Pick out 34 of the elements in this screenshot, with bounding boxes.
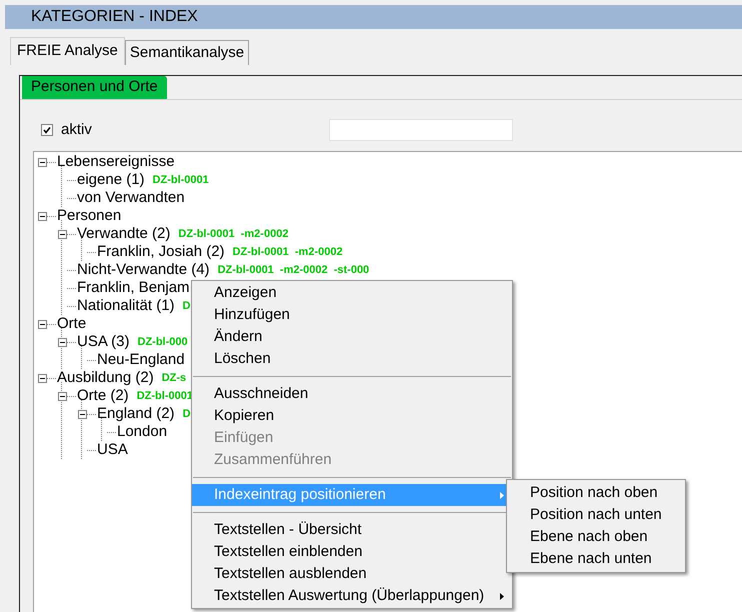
menu-item[interactable]: Ändern <box>192 326 512 348</box>
code-label: DZ-bl-000 <box>138 334 188 350</box>
collapse-icon[interactable] <box>38 320 47 328</box>
menu-item[interactable]: Ebene nach oben <box>507 526 685 548</box>
code-label: DZ-bl-0001 -m2-0002 -st-000 <box>218 262 370 278</box>
window-title: KATEGORIEN - INDEX <box>5 5 742 29</box>
tab[interactable]: Semantikanalyse <box>124 40 250 65</box>
collapse-icon[interactable] <box>78 410 87 418</box>
menu-item[interactable]: Position nach unten <box>507 504 685 526</box>
checkbox-label: aktiv <box>61 120 92 140</box>
code-label: D <box>182 406 191 422</box>
input-field[interactable] <box>329 119 513 141</box>
checkbox[interactable] <box>41 124 53 136</box>
collapse-icon[interactable] <box>58 392 67 400</box>
menu-item[interactable]: Anzeigen <box>192 282 512 304</box>
category-tab[interactable]: Personen und Orte <box>22 76 167 99</box>
tab[interactable]: FREIE Analyse <box>10 37 125 65</box>
collapse-icon[interactable] <box>38 374 47 382</box>
menu-item[interactable]: Ausschneiden <box>192 383 512 405</box>
check-icon <box>43 126 51 134</box>
collapse-icon[interactable] <box>38 212 47 220</box>
collapse-icon[interactable] <box>58 338 67 346</box>
code-label: DZ-bl-0001 <box>136 388 193 404</box>
menu-item[interactable]: Löschen <box>192 348 512 370</box>
collapse-icon[interactable] <box>38 158 47 166</box>
menu-item[interactable]: Kopieren <box>192 405 512 427</box>
code-label: D <box>182 298 190 314</box>
code-label: DZ-bl-0001 -m2-0002 <box>232 244 343 260</box>
collapse-icon[interactable] <box>58 230 67 238</box>
code-label: DZ-bl-0001 -m2-0002 <box>178 226 288 242</box>
menu-item[interactable]: Textstellen Auswertung (Überlappungen) <box>192 585 512 607</box>
code-label: DZ-bl-0001 <box>152 172 209 188</box>
code-label: DZ-s <box>162 370 186 386</box>
menu-item[interactable]: Hinzufügen <box>192 304 512 326</box>
